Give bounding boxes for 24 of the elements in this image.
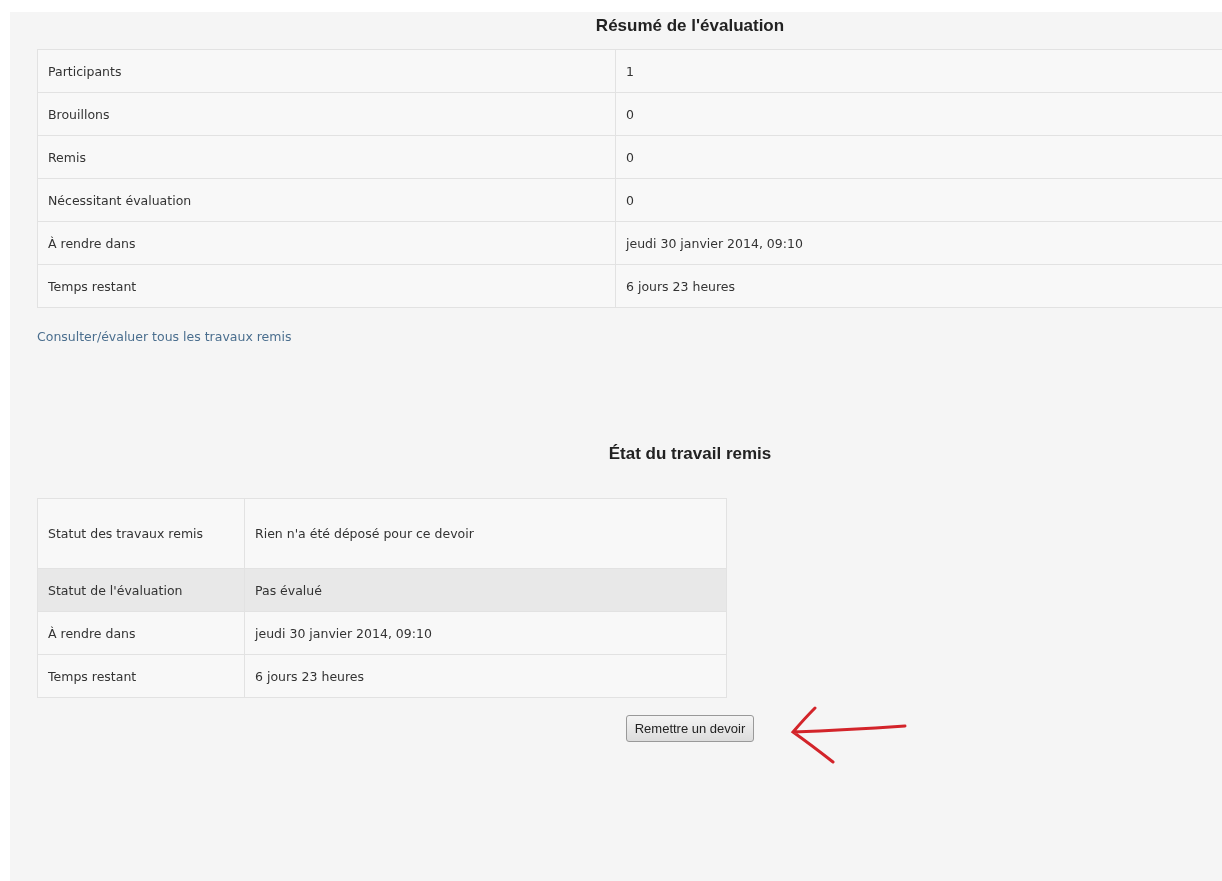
table-cell: Temps restant bbox=[37, 264, 616, 308]
table-cell: 6 jours 23 heures bbox=[244, 654, 727, 698]
table-cell: Brouillons bbox=[37, 92, 616, 136]
table-cell: Pas évalué bbox=[244, 568, 727, 612]
table-cell: 0 bbox=[615, 92, 1222, 136]
table-cell: Nécessitant évaluation bbox=[37, 178, 616, 222]
table-cell: Remis bbox=[37, 135, 616, 179]
table-cell: À rendre dans bbox=[37, 221, 616, 265]
submissions-link[interactable]: Consulter/évaluer tous les travaux remis bbox=[37, 329, 292, 344]
table-cell: jeudi 30 janvier 2014, 09:10 bbox=[615, 221, 1222, 265]
submit-button[interactable]: Remettre un devoir bbox=[625, 715, 755, 742]
table-cell: 0 bbox=[615, 178, 1222, 222]
table-cell: Participants bbox=[37, 49, 616, 93]
table-cell: Rien n'a été déposé pour ce devoir bbox=[244, 498, 727, 569]
table-cell: Statut de l'évaluation bbox=[37, 568, 245, 612]
table-cell: Statut des travaux remis bbox=[37, 498, 245, 569]
table-cell: 0 bbox=[615, 135, 1222, 179]
table-cell: jeudi 30 janvier 2014, 09:10 bbox=[244, 611, 727, 655]
table-cell: 1 bbox=[615, 49, 1222, 93]
section-heading: Résumé de l'évaluation bbox=[595, 16, 785, 36]
section-heading: État du travail remis bbox=[608, 444, 772, 464]
table-cell: Temps restant bbox=[37, 654, 245, 698]
table-cell: À rendre dans bbox=[37, 611, 245, 655]
table-cell: 6 jours 23 heures bbox=[615, 264, 1222, 308]
